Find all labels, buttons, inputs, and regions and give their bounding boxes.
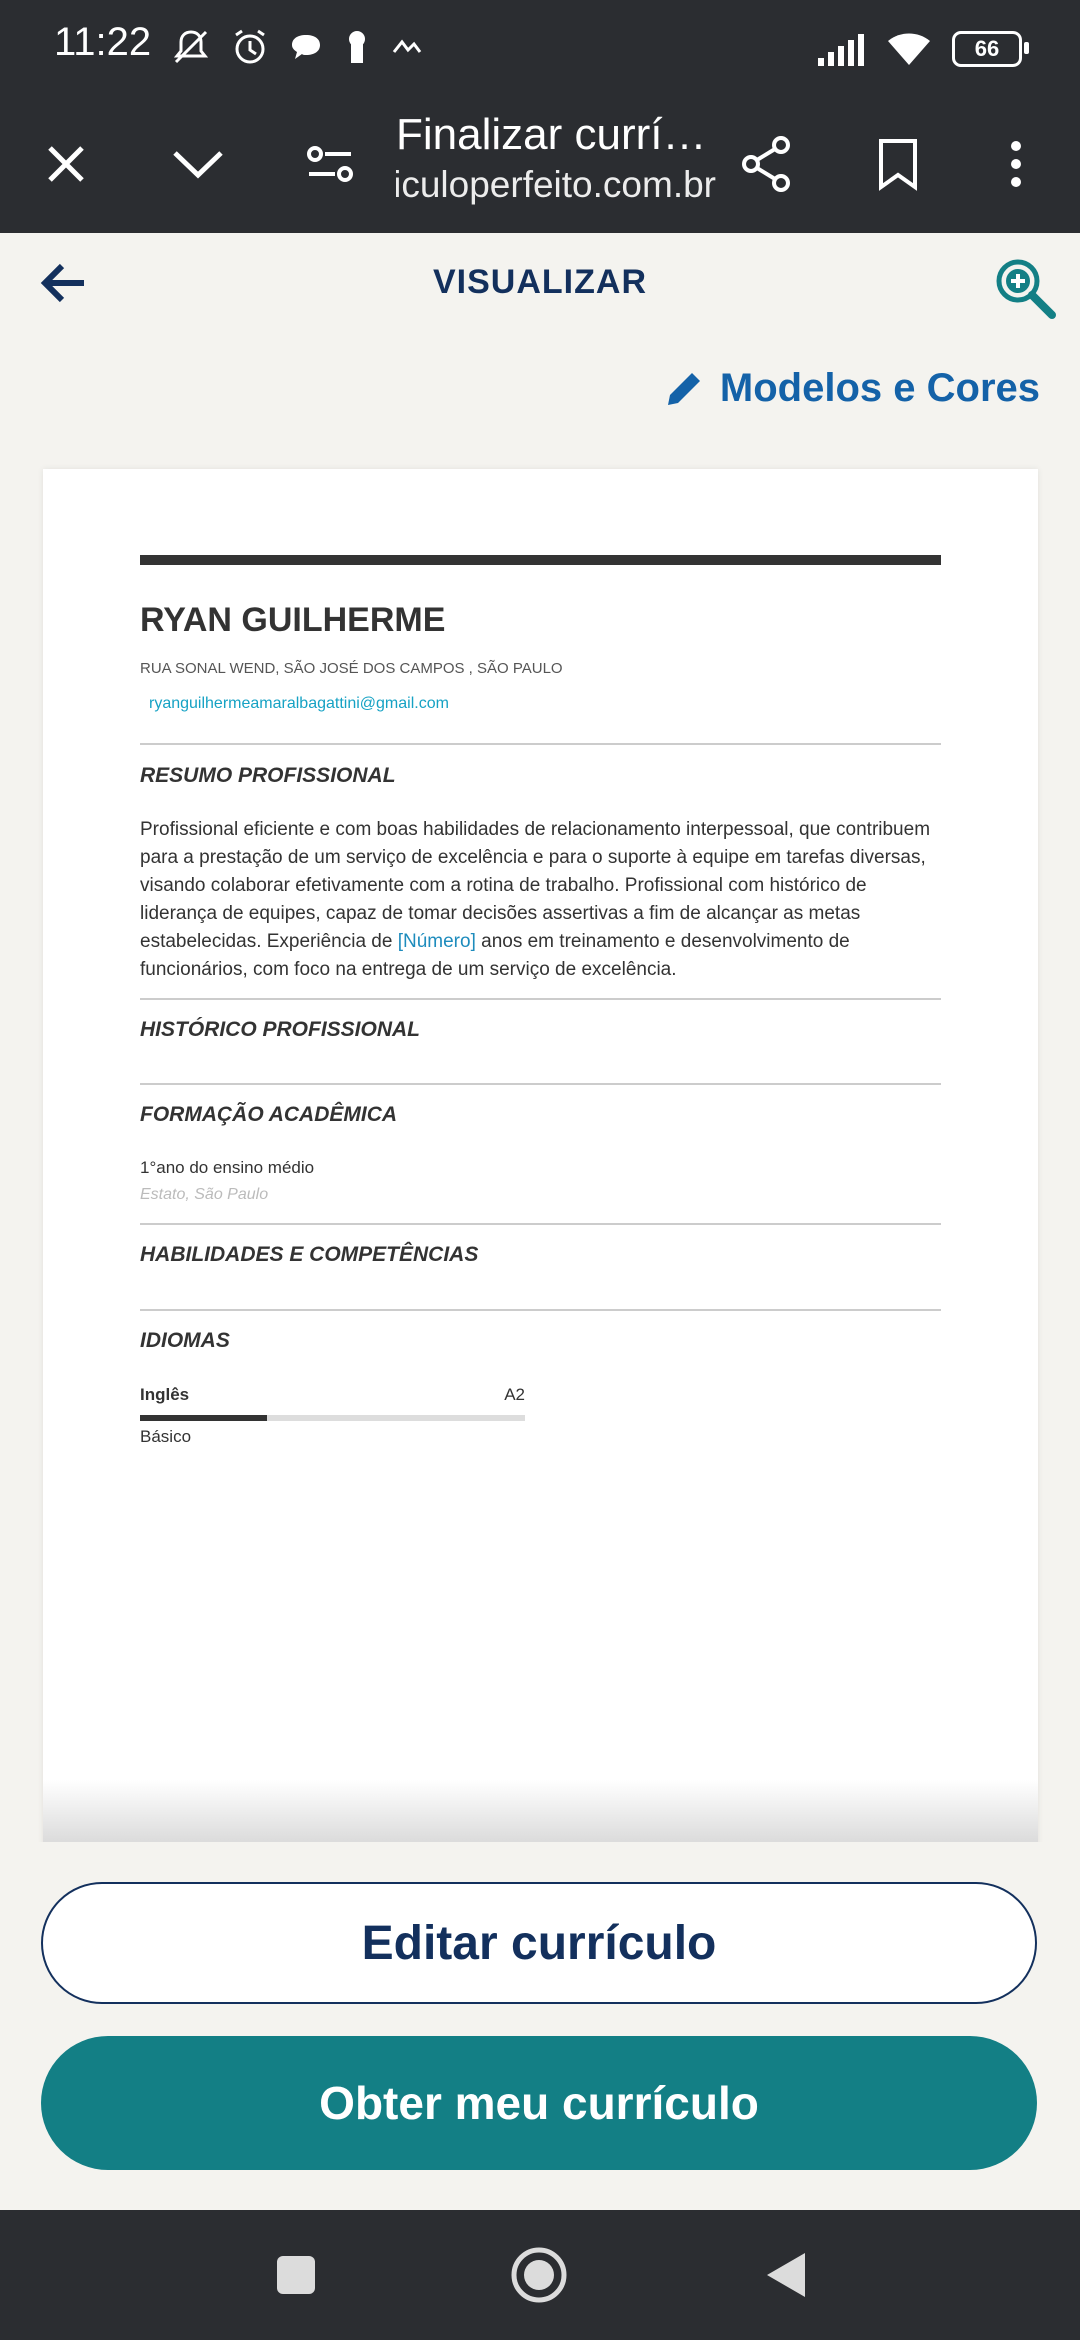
language-level: A2 — [504, 1385, 525, 1404]
resume-content: RYAN GUILHERME RUA SONAL WEND, SÃO JOSÉ … — [140, 555, 941, 1447]
tune-icon — [307, 146, 353, 182]
education-place: Estato, São Paulo — [140, 1186, 269, 1203]
skills-title: HABILIDADES E COMPETÊNCIAS — [140, 1243, 479, 1266]
history-title: HISTÓRICO PROFISSIONAL — [140, 1018, 421, 1041]
status-bar: 11:22 66 — [0, 0, 1080, 96]
page-url[interactable]: curriculoperfeito.com.br — [396, 164, 716, 206]
zoom-button[interactable] — [992, 255, 1058, 321]
summary-text: Profissional eficiente e com boas habili… — [140, 816, 941, 984]
system-icons: 66 — [816, 24, 1029, 74]
chat-bubble-icon — [292, 35, 320, 59]
system-nav-bar — [0, 2210, 1080, 2340]
edit-resume-button[interactable]: Editar currículo — [41, 1882, 1037, 2004]
bookmark-icon — [879, 139, 917, 191]
recents-button[interactable] — [266, 2245, 326, 2305]
preview-fade — [43, 1780, 1038, 1842]
page-controls-button[interactable] — [290, 124, 370, 204]
education-course: 1°ano do ensino médio — [140, 1158, 315, 1177]
divider — [140, 1223, 941, 1225]
signal-icon — [818, 34, 864, 66]
app-header: VISUALIZAR — [0, 233, 1080, 343]
summary-title: RESUMO PROFISSIONAL — [140, 764, 396, 787]
divider — [140, 1083, 941, 1085]
divider — [140, 1309, 941, 1311]
page-url-text: curriculoperfeito.com.br — [396, 164, 716, 205]
resume-email: ryanguilhermeamaralbagattini@gmail.com — [149, 695, 449, 712]
pencil-icon — [667, 372, 700, 405]
more-options-button[interactable] — [976, 124, 1056, 204]
models-colors-label: Modelos e Cores — [719, 366, 1040, 410]
bottom-actions: Editar currículo Obter meu currículo — [0, 1842, 1080, 2210]
close-icon — [48, 146, 84, 182]
minimize-button[interactable] — [158, 124, 238, 204]
language-description: Básico — [140, 1427, 192, 1446]
language-name: Inglês — [140, 1385, 190, 1404]
back-nav-button[interactable] — [756, 2245, 816, 2305]
summary-placeholder: [Número] — [397, 931, 476, 952]
more-vert-icon — [1011, 141, 1021, 187]
resume-name: RYAN GUILHERME — [140, 601, 446, 639]
language-proficiency-bar — [140, 1415, 525, 1421]
language-proficiency-fill — [140, 1415, 268, 1421]
languages-title: IDIOMAS — [140, 1329, 230, 1352]
notification-icons — [170, 22, 424, 72]
top-divider — [140, 555, 941, 565]
share-button[interactable] — [726, 124, 806, 204]
education-title: FORMAÇÃO ACADÊMICA — [140, 1103, 398, 1126]
language-row: Inglês A2 — [140, 1385, 525, 1405]
divider — [140, 998, 941, 1000]
triangle-back-icon — [767, 2253, 805, 2297]
battery-level: 66 — [974, 36, 1000, 61]
alarm-icon — [235, 29, 265, 64]
zoom-in-icon — [996, 259, 1056, 319]
battery-icon: 66 — [952, 31, 1029, 67]
resume-preview: RYAN GUILHERME RUA SONAL WEND, SÃO JOSÉ … — [43, 469, 1038, 1849]
mute-icon — [173, 30, 209, 64]
bookmark-button[interactable] — [858, 124, 938, 204]
square-icon — [277, 2256, 315, 2294]
keyhole-icon — [349, 31, 365, 63]
browser-toolbar: Finalizar currículo curriculoperfeito.co… — [0, 96, 1080, 233]
home-circle-icon — [511, 2247, 567, 2303]
get-resume-button[interactable]: Obter meu currículo — [41, 2036, 1037, 2170]
resume-address: RUA SONAL WEND, SÃO JOSÉ DOS CAMPOS , SÃ… — [140, 660, 563, 677]
status-time: 11:22 — [54, 20, 152, 64]
close-tab-button[interactable] — [26, 124, 106, 204]
share-icon — [742, 136, 790, 192]
divider — [140, 743, 941, 745]
wifi-icon — [888, 33, 930, 65]
activity-icon — [392, 39, 422, 53]
home-button[interactable] — [509, 2245, 569, 2305]
models-colors-link[interactable]: Modelos e Cores — [664, 366, 1040, 411]
chevron-down-icon — [173, 151, 223, 179]
page-tab-title: Finalizar currículo — [396, 110, 716, 159]
page-title: VISUALIZAR — [433, 263, 647, 301]
